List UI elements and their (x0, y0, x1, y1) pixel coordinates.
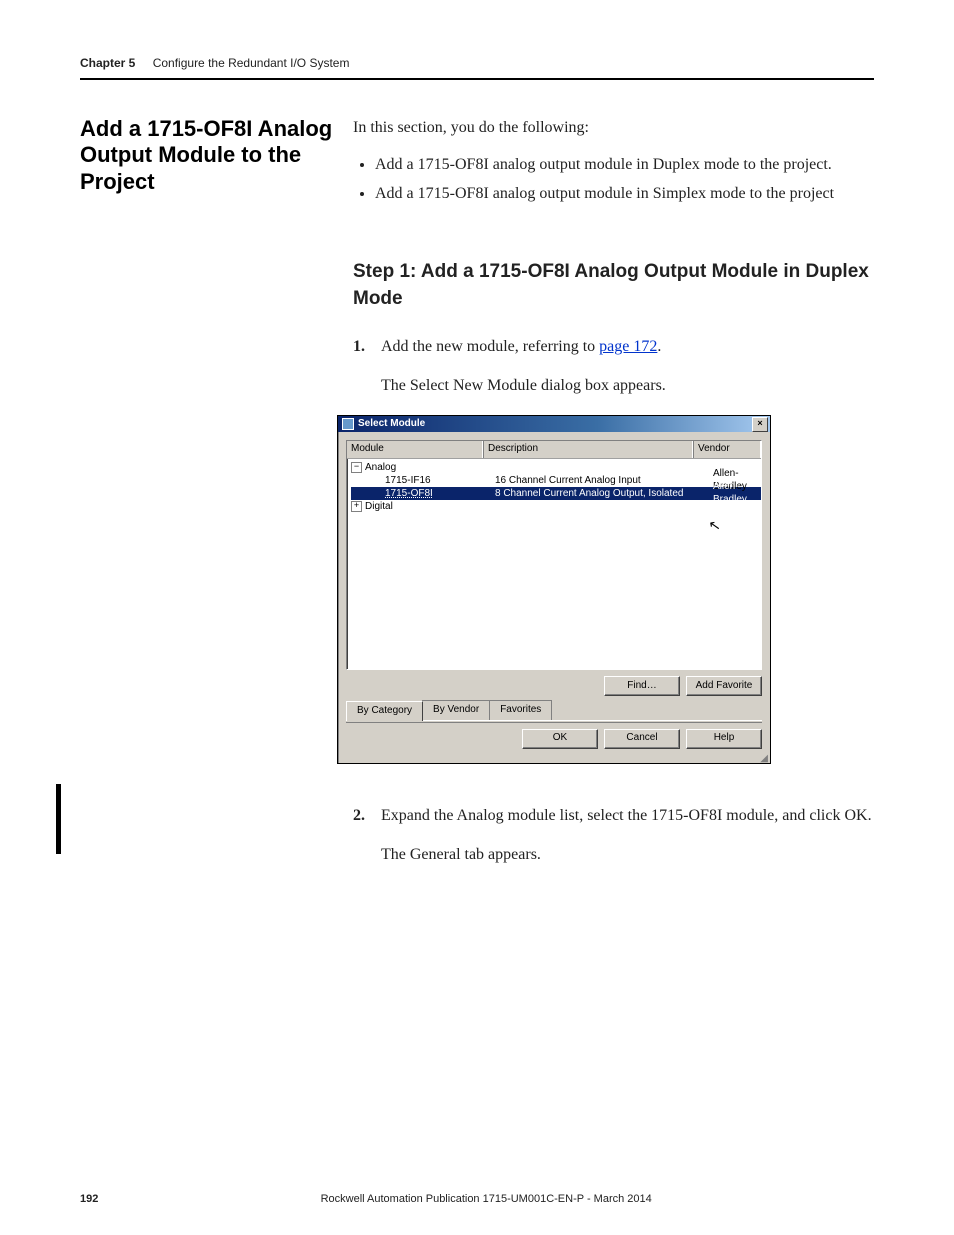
step1-para2: The Select New Module dialog box appears… (381, 374, 874, 397)
tree-label: Analog (365, 461, 396, 474)
step-number: 2. (353, 804, 381, 882)
module-tree: − Analog 1715-IF16 16 Channel (347, 459, 761, 513)
add-favorite-button[interactable]: Add Favorite (686, 676, 762, 696)
help-button[interactable]: Help (686, 729, 762, 749)
module-desc: 8 Channel Current Analog Output, Isolate… (491, 487, 709, 500)
expander-minus-icon[interactable]: − (351, 462, 362, 473)
step-item: 1. Add the new module, referring to page… (353, 335, 874, 788)
select-module-dialog-figure: Select Module × Module (337, 415, 777, 764)
tab-by-vendor[interactable]: By Vendor (422, 700, 490, 720)
select-module-dialog: Select Module × Module (337, 415, 771, 764)
step-text: Add the new module, referring to page 17… (381, 335, 874, 788)
step-item: 2. Expand the Analog module list, select… (353, 804, 874, 882)
body-column: In this section, you do the following: A… (353, 116, 874, 898)
section: Add a 1715-OF8I Analog Output Module to … (80, 116, 874, 898)
col-module[interactable]: Module (347, 441, 483, 458)
dialog-action-row: OK Cancel Help (346, 729, 762, 749)
bullet-item: Add a 1715-OF8I analog output module in … (375, 153, 874, 176)
dialog-titlebar[interactable]: Select Module × (338, 416, 770, 432)
grid-header: Module Description Vendor (347, 441, 761, 459)
step-list: 1. Add the new module, referring to page… (353, 335, 874, 882)
tree-label: Digital (365, 500, 393, 513)
step-text: Expand the Analog module list, select th… (381, 804, 874, 882)
chapter-label: Chapter 5 (80, 56, 135, 70)
page: Chapter 5 Configure the Redundant I/O Sy… (0, 0, 954, 1235)
tree-node-digital[interactable]: + Digital (351, 500, 761, 513)
tree-node-analog[interactable]: − Analog (351, 461, 761, 474)
module-name: 1715-IF16 (351, 474, 431, 487)
module-desc: 16 Channel Current Analog Input (491, 474, 709, 487)
bullet-item: Add a 1715-OF8I analog output module in … (375, 182, 874, 205)
cancel-button[interactable]: Cancel (604, 729, 680, 749)
tree-node-1715-OF8I[interactable]: 1715-OF8I 8 Channel Current Analog Outpu… (351, 487, 761, 500)
step-heading: Step 1: Add a 1715-OF8I Analog Output Mo… (353, 258, 874, 313)
step1-text-a: Add the new module, referring to (381, 338, 599, 355)
page-footer: 192 Rockwell Automation Publication 1715… (80, 1193, 874, 1205)
app-icon (342, 418, 354, 430)
close-button[interactable]: × (752, 417, 768, 432)
step2-para2: The General tab appears. (381, 843, 874, 866)
find-button[interactable]: Find… (604, 676, 680, 696)
publication-id: Rockwell Automation Publication 1715-UM0… (98, 1193, 874, 1205)
intro-bullets: Add a 1715-OF8I analog output module in … (353, 153, 874, 205)
step2-text: Expand the Analog module list, select th… (381, 804, 874, 827)
change-bar (56, 784, 61, 854)
tab-by-category[interactable]: By Category (346, 701, 423, 721)
page-number: 192 (80, 1193, 98, 1205)
module-name: 1715-OF8I (351, 487, 433, 500)
col-description[interactable]: Description (483, 441, 693, 458)
ok-button[interactable]: OK (522, 729, 598, 749)
section-heading: Add a 1715-OF8I Analog Output Module to … (80, 116, 353, 195)
tab-favorites[interactable]: Favorites (489, 700, 552, 720)
module-vendor: Allen-Bradley (709, 480, 761, 506)
page-link[interactable]: page 172 (599, 338, 657, 355)
chapter-title: Configure the Redundant I/O System (153, 56, 350, 70)
step1-text-b: . (657, 338, 661, 355)
filter-tabs: By Category By Vendor Favorites (346, 700, 762, 720)
intro-text: In this section, you do the following: (353, 116, 874, 139)
col-vendor[interactable]: Vendor (693, 441, 761, 458)
dialog-title: Select Module (358, 417, 425, 432)
close-icon: × (757, 418, 762, 428)
expander-plus-icon[interactable]: + (351, 501, 362, 512)
resize-grip-icon[interactable]: ◢ (338, 755, 770, 763)
tree-node-1715-IF16[interactable]: 1715-IF16 16 Channel Current Analog Inpu… (351, 474, 761, 487)
dialog-body: Module Description Vendor − (338, 432, 770, 755)
running-header: Chapter 5 Configure the Redundant I/O Sy… (80, 56, 874, 80)
find-row: Find… Add Favorite (346, 676, 762, 696)
module-tree-grid[interactable]: Module Description Vendor − (346, 440, 762, 670)
